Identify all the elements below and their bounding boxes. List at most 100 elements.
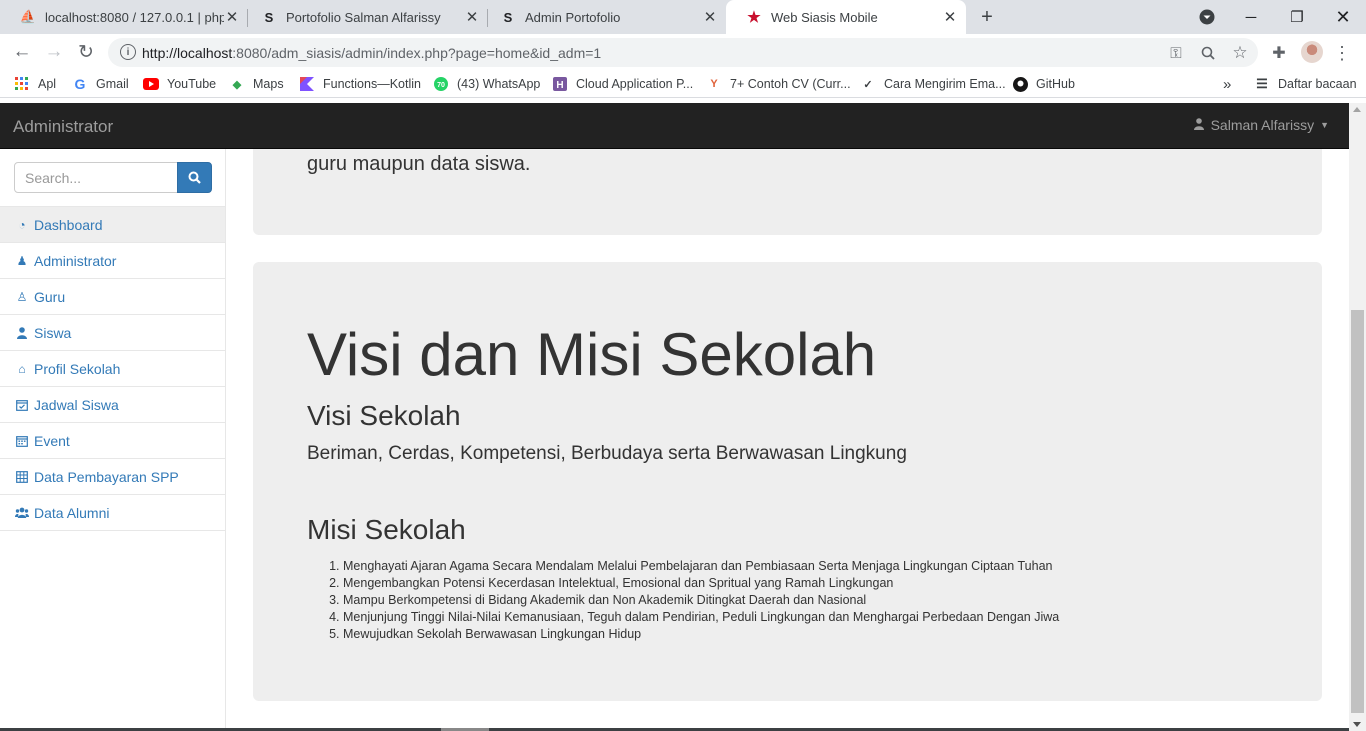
tab-search-button[interactable] (1184, 0, 1230, 34)
bookmark-kotlin[interactable]: Functions—Kotlin (299, 75, 421, 93)
bookmark-label: Functions—Kotlin (323, 77, 421, 91)
back-button[interactable]: ← (8, 38, 36, 66)
sidebar-item-label: Dashboard (34, 216, 103, 233)
intro-text: guru maupun data siswa. (307, 153, 531, 175)
bookmark-apl[interactable]: Apl (14, 75, 56, 93)
reload-button[interactable]: ↻ (72, 38, 100, 66)
user-secret-icon: ♟ (16, 253, 28, 268)
close-window-button[interactable]: ✕ (1320, 0, 1366, 34)
tab-title: Admin Portofolio (525, 9, 621, 25)
scrollbar-thumb[interactable] (1351, 310, 1364, 713)
bookmark-cloud-application[interactable]: H Cloud Application P... (552, 75, 693, 93)
bookmark-label: (43) WhatsApp (457, 77, 541, 91)
browser-toolbar: ← → ↻ i http://localhost:8080/adm_siasis… (0, 34, 1366, 70)
visi-text: Beriman, Cerdas, Kompetensi, Berbudaya s… (307, 443, 907, 464)
s-icon: S (264, 9, 274, 25)
key-icon[interactable]: ⚿ (1166, 43, 1186, 63)
s-icon: S (503, 9, 513, 25)
bookmark-label: Cloud Application P... (576, 77, 694, 91)
chevron-down-circle-icon (1199, 9, 1215, 25)
sidebar-item-data-alumni[interactable]: Data Alumni (0, 495, 225, 531)
sidebar-item-data-pembayaran-spp[interactable]: Data Pembayaran SPP (0, 459, 225, 495)
misi-item: Mengembangkan Potensi Kecerdasan Intelek… (343, 575, 1059, 592)
sidebar-item-guru[interactable]: ♙ Guru (0, 279, 225, 315)
bookmark-youtube[interactable]: YouTube (143, 75, 216, 93)
info-icon[interactable]: i (120, 44, 136, 60)
address-bar[interactable]: i http://localhost:8080/adm_siasis/admin… (108, 38, 1258, 67)
search-button[interactable] (177, 162, 212, 193)
sidebar-item-label: Administrator (34, 252, 117, 269)
misi-heading: Misi Sekolah (307, 514, 466, 545)
web-page: Administrator Salman Alfarissy ▼ ◔ Dashb… (0, 103, 1366, 731)
close-icon[interactable]: ✕ (702, 9, 718, 26)
users-icon (15, 507, 29, 519)
github-icon (1012, 76, 1028, 92)
close-icon[interactable]: ✕ (224, 9, 240, 26)
reading-list-label: Daftar bacaan (1278, 77, 1357, 91)
minimize-button[interactable]: ─ (1228, 0, 1274, 34)
scroll-down-arrow-icon[interactable] (1353, 722, 1361, 727)
dashboard-icon: ◔ (18, 217, 26, 232)
url-text[interactable]: http://localhost:8080/adm_siasis/admin/i… (142, 45, 601, 61)
bookmark-label: 7+ Contoh CV (Curr... (730, 77, 851, 91)
svg-text:70: 70 (437, 82, 445, 89)
misi-item: Menghayati Ajaran Agama Secara Mendalam … (343, 558, 1059, 575)
reading-list-button[interactable]: ☰ Daftar bacaan (1254, 75, 1357, 93)
calendar-icon (15, 435, 29, 447)
search-icon (188, 171, 201, 184)
close-icon[interactable]: ✕ (464, 9, 480, 26)
misi-item: Menjunjung Tinggi Nilai-Nilai Kemanusiaa… (343, 609, 1059, 626)
table-icon (15, 470, 29, 483)
bookmark-cara-mengirim[interactable]: ✓ Cara Mengirim Ema... (860, 75, 1005, 93)
tab-portofolio[interactable]: S Portofolio Salman Alfarissy ✕ (241, 0, 488, 34)
bookmark-github[interactable]: GitHub (1012, 75, 1075, 93)
forward-button[interactable]: → (40, 38, 68, 66)
tab-phpmyadmin[interactable]: ⛵ localhost:8080 / 127.0.0.1 | phpMyAdmi… (0, 0, 248, 34)
bookmark-label: Gmail (96, 77, 129, 91)
bookmarks-overflow-button[interactable]: » (1223, 75, 1231, 93)
visi-misi-title: Visi dan Misi Sekolah (307, 321, 877, 388)
sidebar-item-siswa[interactable]: Siswa (0, 315, 225, 351)
tab-title: localhost:8080 / 127.0.0.1 | phpMyAdmin (45, 9, 224, 25)
bookmark-gmail[interactable]: G Gmail (72, 75, 129, 93)
bookmark-contoh-cv[interactable]: Y 7+ Contoh CV (Curr... (706, 75, 851, 93)
zoom-icon[interactable] (1198, 43, 1218, 63)
bookmark-maps[interactable]: ◆ Maps (229, 75, 284, 93)
sidebar-item-event[interactable]: Event (0, 423, 225, 459)
tab-admin-portofolio[interactable]: S Admin Portofolio ✕ (480, 0, 726, 34)
bookmark-label: YouTube (167, 77, 217, 91)
tab-web-siasis[interactable]: ★ Web Siasis Mobile ✕ (726, 0, 966, 34)
extensions-icon[interactable]: ✚ (1268, 42, 1290, 64)
sidebar-item-jadwal-siswa[interactable]: Jadwal Siswa (0, 387, 225, 423)
sidebar: ◔ Dashboard ♟ Administrator ♙ Guru Siswa… (0, 149, 226, 731)
sidebar-menu: ◔ Dashboard ♟ Administrator ♙ Guru Siswa… (0, 207, 225, 531)
restore-button[interactable]: ❐ (1274, 0, 1320, 34)
search-input[interactable] (14, 162, 178, 193)
star-bookmark-icon[interactable]: ☆ (1230, 43, 1250, 63)
sidebar-item-label: Data Pembayaran SPP (34, 468, 179, 485)
sidebar-item-profil-sekolah[interactable]: ⌂ Profil Sekolah (0, 351, 225, 387)
misi-item: Mampu Berkompetensi di Bidang Akademik d… (343, 592, 1059, 609)
profile-avatar[interactable] (1301, 41, 1323, 63)
home-icon: ⌂ (18, 361, 26, 376)
menu-dots-icon[interactable]: ⋮ (1331, 42, 1353, 64)
brand-title[interactable]: Administrator (13, 117, 113, 137)
page-scrollbar[interactable] (1349, 103, 1366, 731)
new-tab-button[interactable]: + (976, 6, 998, 28)
siasis-star-icon: ★ (747, 9, 761, 26)
close-icon[interactable]: ✕ (942, 9, 958, 26)
google-icon: G (74, 76, 86, 92)
visi-misi-jumbotron: Visi dan Misi Sekolah Visi Sekolah Berim… (253, 262, 1322, 701)
user-dropdown[interactable]: Salman Alfarissy ▼ (1193, 117, 1329, 133)
sidebar-item-dashboard[interactable]: ◔ Dashboard (0, 207, 225, 243)
url-path: :8080/adm_siasis/admin/index.php?page=ho… (232, 45, 602, 61)
main-content: guru maupun data siswa. Visi dan Misi Se… (226, 149, 1349, 731)
tab-title: Web Siasis Mobile (771, 9, 878, 25)
scroll-up-arrow-icon[interactable] (1353, 107, 1361, 112)
kotlin-icon (299, 76, 315, 92)
calendar-check-icon (15, 399, 29, 411)
misi-list: Menghayati Ajaran Agama Secara Mendalam … (343, 558, 1059, 643)
sidebar-item-administrator[interactable]: ♟ Administrator (0, 243, 225, 279)
visi-heading: Visi Sekolah (307, 400, 461, 431)
bookmark-whatsapp[interactable]: 70 (43) WhatsApp (433, 75, 540, 93)
